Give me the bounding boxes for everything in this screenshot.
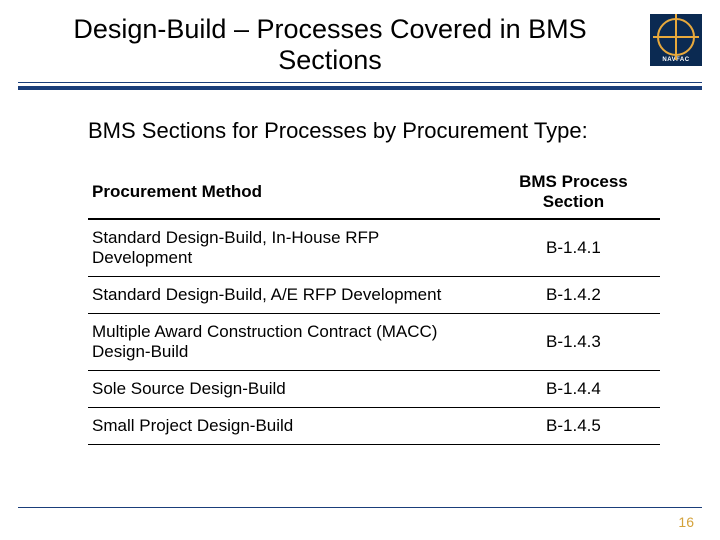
table-header-row: Procurement Method BMS Process Section — [88, 166, 660, 219]
header-section: BMS Process Section — [491, 166, 660, 219]
cell-section: B-1.4.3 — [491, 314, 660, 371]
table-row: Small Project Design-Build B-1.4.5 — [88, 408, 660, 445]
subtitle: BMS Sections for Processes by Procuremen… — [88, 118, 660, 144]
cell-method: Small Project Design-Build — [88, 408, 491, 445]
table-row: Multiple Award Construction Contract (MA… — [88, 314, 660, 371]
cell-method: Standard Design-Build, In-House RFP Deve… — [88, 219, 491, 277]
cell-section: B-1.4.2 — [491, 277, 660, 314]
header-method: Procurement Method — [88, 166, 491, 219]
header: Design-Build – Processes Covered in BMS … — [0, 0, 720, 76]
cell-method: Standard Design-Build, A/E RFP Developme… — [88, 277, 491, 314]
page-number: 16 — [678, 514, 694, 530]
cell-section: B-1.4.5 — [491, 408, 660, 445]
cell-method: Multiple Award Construction Contract (MA… — [88, 314, 491, 371]
slide: Design-Build – Processes Covered in BMS … — [0, 0, 720, 540]
navfac-logo: NAVFAC — [650, 14, 702, 66]
cell-section: B-1.4.4 — [491, 371, 660, 408]
table-row: Standard Design-Build, In-House RFP Deve… — [88, 219, 660, 277]
footer-divider — [18, 507, 702, 508]
table-row: Standard Design-Build, A/E RFP Developme… — [88, 277, 660, 314]
slide-title: Design-Build – Processes Covered in BMS … — [18, 14, 650, 76]
title-divider — [18, 82, 702, 90]
process-table: Procurement Method BMS Process Section S… — [88, 166, 660, 445]
compass-icon — [657, 18, 695, 56]
cell-section: B-1.4.1 — [491, 219, 660, 277]
content-area: BMS Sections for Processes by Procuremen… — [0, 90, 720, 445]
table-row: Sole Source Design-Build B-1.4.4 — [88, 371, 660, 408]
cell-method: Sole Source Design-Build — [88, 371, 491, 408]
